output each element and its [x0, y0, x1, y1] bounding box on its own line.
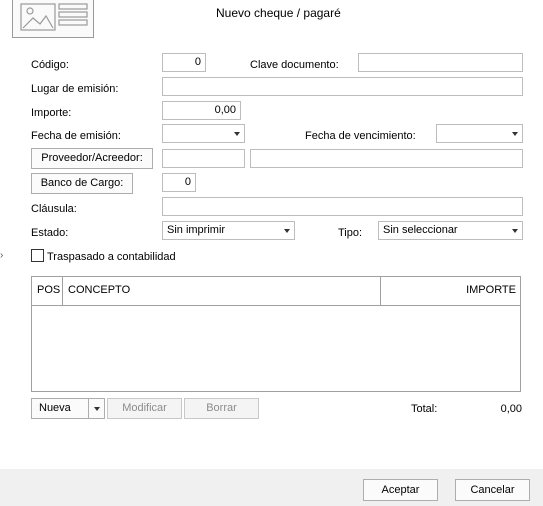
- tipo-label: Tipo:: [338, 227, 363, 239]
- proveedor-code-input[interactable]: [162, 149, 245, 168]
- column-header-concepto[interactable]: CONCEPTO: [63, 277, 381, 305]
- chevron-down-icon: [284, 229, 290, 233]
- chevron-down-icon: [234, 132, 240, 136]
- tipo-value: Sin seleccionar: [383, 224, 458, 236]
- nueva-dropdown-divider: [88, 399, 89, 418]
- dialog-title: Nuevo cheque / pagaré: [216, 6, 341, 20]
- total-value: 0,00: [500, 403, 522, 415]
- aceptar-button[interactable]: Aceptar: [363, 479, 438, 501]
- banco-cargo-input[interactable]: 0: [162, 173, 196, 192]
- nueva-label: Nueva: [39, 402, 71, 414]
- modificar-button[interactable]: Modificar: [107, 398, 182, 419]
- clave-documento-input[interactable]: [358, 53, 523, 72]
- borrar-button[interactable]: Borrar: [184, 398, 259, 419]
- document-image-icon: [12, 0, 94, 38]
- traspasado-checkbox[interactable]: [31, 249, 44, 262]
- clausula-label: Cláusula:: [31, 203, 77, 215]
- clausula-input[interactable]: [162, 197, 523, 216]
- fecha-emision-label: Fecha de emisión:: [31, 130, 121, 142]
- total-label: Total:: [411, 403, 438, 415]
- lugar-emision-input[interactable]: [162, 77, 523, 96]
- codigo-label: Código:: [31, 59, 69, 71]
- column-header-importe[interactable]: IMPORTE: [381, 277, 520, 305]
- chevron-right-icon: ›: [0, 250, 4, 261]
- estado-value: Sin imprimir: [167, 224, 226, 236]
- lugar-emision-label: Lugar de emisión:: [31, 83, 119, 95]
- traspasado-label[interactable]: Traspasado a contabilidad: [47, 250, 176, 264]
- clave-documento-label: Clave documento:: [250, 59, 339, 71]
- importe-label: Importe:: [31, 107, 72, 119]
- importe-input[interactable]: 0,00: [162, 101, 241, 120]
- chevron-down-icon: [512, 229, 518, 233]
- chevron-down-icon: [512, 132, 518, 136]
- estado-select[interactable]: Sin imprimir: [162, 221, 295, 240]
- codigo-input[interactable]: 0: [162, 53, 206, 72]
- estado-label: Estado:: [31, 227, 69, 239]
- fecha-emision-select[interactable]: [162, 124, 245, 143]
- proveedor-acreedor-button[interactable]: Proveedor/Acreedor:: [31, 148, 153, 169]
- tipo-select[interactable]: Sin seleccionar: [378, 221, 523, 240]
- nueva-button[interactable]: Nueva: [31, 398, 105, 419]
- proveedor-name-input[interactable]: [250, 149, 523, 168]
- fecha-vencimiento-select[interactable]: [436, 124, 523, 143]
- column-header-pos[interactable]: POS: [32, 277, 63, 305]
- cancelar-button[interactable]: Cancelar: [455, 479, 530, 501]
- chevron-down-icon[interactable]: [94, 407, 100, 411]
- dialog-footer: Aceptar Cancelar: [0, 469, 543, 506]
- grid-header: POS CONCEPTO IMPORTE: [32, 277, 520, 306]
- banco-cargo-button[interactable]: Banco de Cargo:: [31, 173, 133, 194]
- concepts-grid[interactable]: POS CONCEPTO IMPORTE: [31, 276, 521, 392]
- fecha-vencimiento-label: Fecha de vencimiento:: [305, 130, 416, 142]
